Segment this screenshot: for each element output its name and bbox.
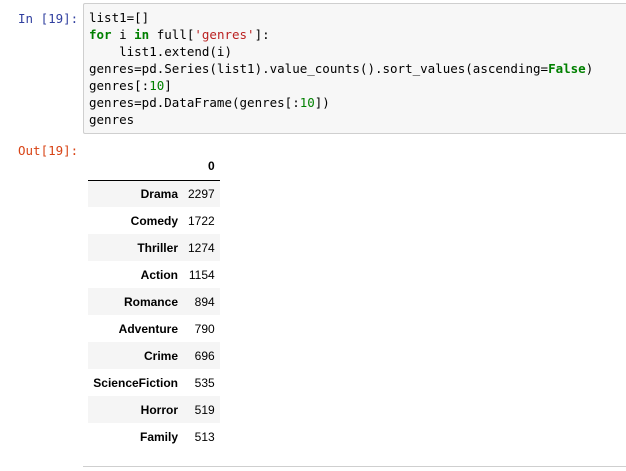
code-token: list1.extend(i) — [89, 44, 232, 59]
row-value: 535 — [194, 375, 215, 390]
code-line: for i in full['genres']: — [89, 26, 626, 43]
code-token: ]: — [254, 27, 270, 42]
row-value: 1154 — [188, 267, 215, 282]
row-value: 2297 — [188, 186, 215, 201]
table-header-row: 0 — [88, 153, 220, 181]
row-index-label: Comedy — [130, 213, 178, 228]
table-row: Family 513 — [88, 423, 220, 450]
row-index-label: ScienceFiction — [93, 375, 178, 390]
code-line: genres — [89, 111, 626, 128]
next-cell-border — [83, 466, 626, 467]
row-index-label: Romance — [123, 294, 178, 309]
table-row: Thriller 1274 — [88, 234, 220, 261]
input-prompt: In [19]: — [18, 11, 79, 26]
code-token-num: 10 — [149, 78, 165, 93]
table-row: Comedy 1722 — [88, 207, 220, 234]
code-token-kw: in — [134, 27, 150, 42]
row-value: 790 — [194, 321, 215, 336]
row-value: 696 — [194, 348, 215, 363]
output-prompt: Out[19]: — [18, 143, 79, 158]
code-token: i — [111, 27, 135, 42]
table-row: Crime 696 — [88, 342, 220, 369]
row-value: 513 — [194, 429, 215, 444]
table-row: Drama 2297 — [88, 180, 220, 207]
code-token: full[ — [149, 27, 195, 42]
table-row: Romance 894 — [88, 288, 220, 315]
code-token: genres=pd.Series(list1).value_counts().s… — [89, 61, 549, 76]
row-value: 519 — [194, 402, 215, 417]
row-index-label: Drama — [140, 186, 178, 201]
row-value: 1274 — [188, 240, 215, 255]
code-line: list1.extend(i) — [89, 43, 626, 60]
code-token: genres[: — [89, 78, 150, 93]
code-line: genres=pd.DataFrame(genres[:10]) — [89, 94, 626, 111]
code-editor[interactable]: list1=[] for i in full['genres']: list1.e… — [89, 9, 626, 128]
code-token: list1=[] — [89, 10, 150, 25]
row-index-label: Horror — [140, 402, 178, 417]
code-token-kw: False — [548, 61, 586, 76]
code-line: list1=[] — [89, 9, 626, 26]
dataframe-output-table: 0 Drama 2297 Comedy 1722 Thriller 1274 Action 1… — [88, 153, 220, 450]
table-body: Drama 2297 Comedy 1722 Thriller 1274 Action 115… — [88, 180, 220, 450]
code-cell-input[interactable]: list1=[] for i in full['genres']: list1.e… — [83, 3, 626, 134]
code-token: genres — [89, 112, 135, 127]
row-index-label: Action — [140, 267, 178, 282]
table-row: Adventure 790 — [88, 315, 220, 342]
code-token: ] — [164, 78, 172, 93]
row-index-label: Crime — [143, 348, 178, 363]
code-token-str: 'genres' — [194, 27, 255, 42]
table-row: Horror 519 — [88, 396, 220, 423]
row-index-label: Family — [139, 429, 178, 444]
table-row: ScienceFiction 535 — [88, 369, 220, 396]
column-header: 0 — [183, 153, 220, 181]
index-header — [88, 153, 183, 181]
code-token-num: 10 — [299, 95, 315, 110]
code-token: ) — [585, 61, 594, 76]
table-row: Action 1154 — [88, 261, 220, 288]
code-token-kw: for — [89, 27, 112, 42]
row-index-label: Thriller — [137, 240, 178, 255]
code-line: genres[:10] — [89, 77, 626, 94]
code-line: genres=pd.Series(list1).value_counts().s… — [89, 60, 626, 77]
row-index-label: Adventure — [118, 321, 178, 336]
code-token: genres=pd.DataFrame(genres[: — [89, 95, 300, 110]
row-value: 1722 — [188, 213, 215, 228]
code-token: ]) — [314, 95, 330, 110]
row-value: 894 — [194, 294, 215, 309]
